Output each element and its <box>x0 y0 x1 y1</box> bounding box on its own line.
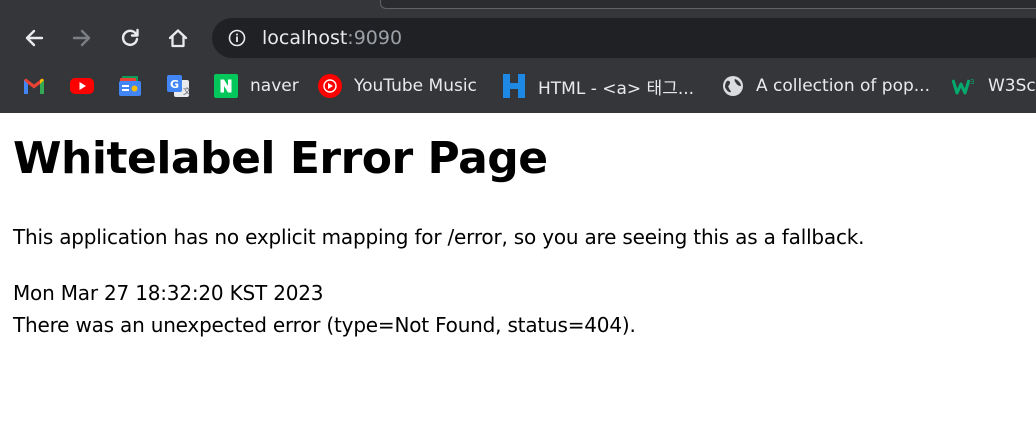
svg-text:G: G <box>170 78 179 91</box>
youtube-icon <box>70 78 94 94</box>
forward-button[interactable] <box>64 16 100 60</box>
bookmark-label: YouTube Music <box>354 76 477 96</box>
error-details: There was an unexpected error (type=Not … <box>13 313 636 337</box>
gmail-icon <box>24 78 44 94</box>
naver-icon <box>214 74 238 98</box>
forward-arrow-icon <box>72 29 91 47</box>
bookmark-youtube[interactable] <box>70 66 94 106</box>
browser-toolbar: localhost:9090 <box>0 16 1036 60</box>
reload-icon <box>121 28 139 46</box>
page-content: Whitelabel Error Page This application h… <box>0 113 1036 424</box>
bookmark-google-news[interactable] <box>118 66 142 106</box>
bookmark-youtube-music[interactable]: YouTube Music <box>318 66 477 106</box>
address-bar[interactable]: localhost:9090 <box>212 18 1036 58</box>
error-timestamp: Mon Mar 27 18:32:20 KST 2023 <box>13 281 324 305</box>
google-translate-icon: G 文 <box>167 75 190 97</box>
browser-chrome: localhost:9090 G 文 naver YouTube Music H… <box>0 0 1036 113</box>
back-arrow-icon <box>25 29 44 47</box>
bookmark-w3schools[interactable]: 3 W3Sch <box>952 66 1036 106</box>
bookmark-label: A collection of pop... <box>756 76 930 96</box>
url-port: :9090 <box>347 27 403 49</box>
reload-button[interactable] <box>112 16 148 60</box>
bookmark-html-a-tag[interactable]: HTML - <a> 태그... <box>502 66 694 106</box>
home-button[interactable] <box>160 16 196 60</box>
url-text[interactable]: localhost:9090 <box>262 27 402 49</box>
youtube-music-icon <box>318 74 342 98</box>
bookmark-label: W3Sch <box>988 76 1036 96</box>
html-h-icon <box>503 74 525 98</box>
bookmarks-bar: G 文 naver YouTube Music HTML - <a> 태그...… <box>0 66 1036 106</box>
bookmark-naver[interactable]: naver <box>214 66 299 106</box>
url-host: localhost <box>262 27 348 49</box>
back-button[interactable] <box>16 16 52 60</box>
svg-text:文: 文 <box>183 86 190 96</box>
google-news-icon <box>119 76 141 96</box>
error-message: This application has no explicit mapping… <box>13 225 865 249</box>
bookmark-label: HTML - <a> 태그... <box>538 78 695 99</box>
bookmark-label: naver <box>250 76 299 96</box>
bookmark-google-translate[interactable]: G 文 <box>166 66 190 106</box>
svg-text:3: 3 <box>970 78 974 86</box>
globe-icon <box>723 76 743 96</box>
tab-strip <box>380 0 1036 9</box>
w3schools-icon: 3 <box>952 78 974 95</box>
page-title: Whitelabel Error Page <box>13 133 548 184</box>
home-icon <box>168 29 188 48</box>
site-info-icon[interactable] <box>228 29 246 47</box>
bookmark-collection[interactable]: A collection of pop... <box>722 66 930 106</box>
bookmark-gmail[interactable] <box>22 66 46 106</box>
